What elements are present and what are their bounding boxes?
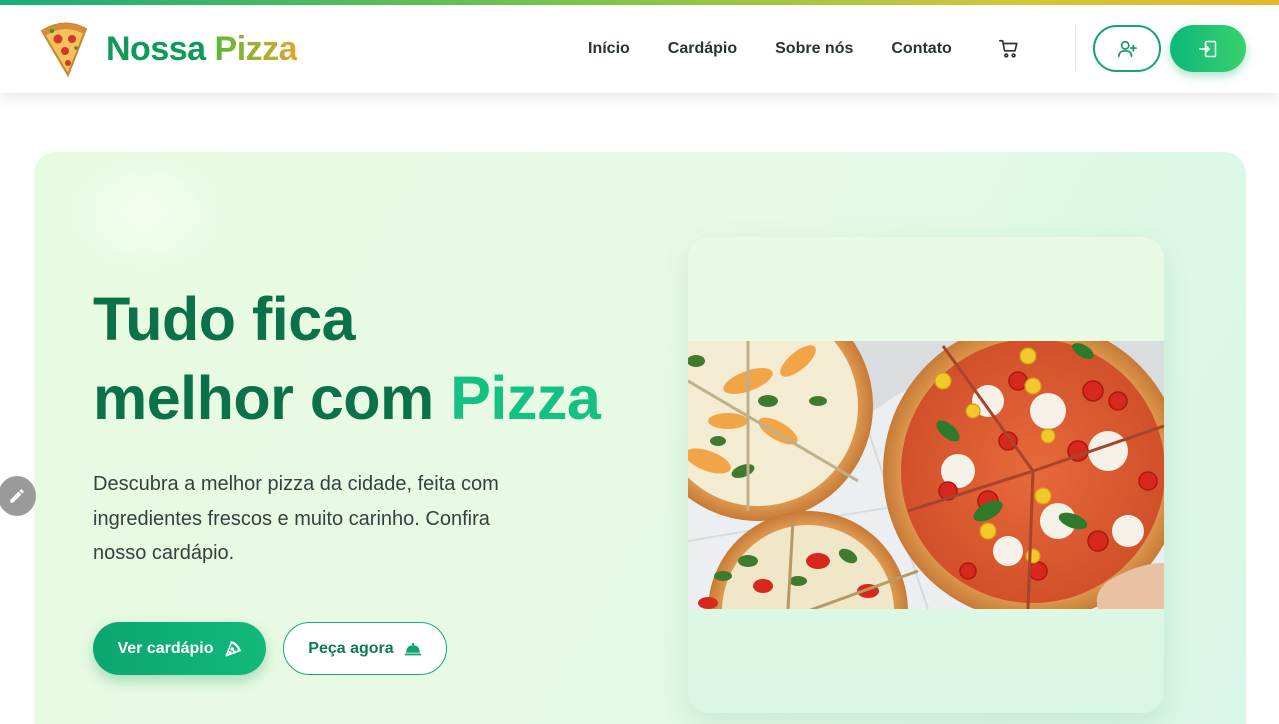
pizza-photo — [688, 341, 1164, 609]
hero-title-line2: melhor com — [93, 364, 434, 432]
nav-link-inicio[interactable]: Início — [588, 40, 630, 58]
nav-link-cardapio[interactable]: Cardápio — [668, 40, 737, 58]
pencil-icon — [10, 489, 24, 503]
brand-name-part2: Pizza — [214, 29, 298, 68]
nav-link-contato[interactable]: Contato — [891, 40, 951, 58]
hero-title-accent: Pizza — [450, 364, 601, 432]
hero-title-line1: Tudo fica — [93, 285, 356, 353]
nav-link-sobre-nos[interactable]: Sobre nós — [775, 40, 853, 58]
hero-title: Tudo fica melhor com Pizza — [93, 280, 601, 438]
shopping-cart-icon[interactable] — [998, 38, 1020, 60]
cloche-icon — [404, 642, 421, 655]
hero-description: Descubra a melhor pizza da cidade, feita… — [93, 473, 499, 564]
user-plus-icon — [1118, 40, 1137, 57]
order-now-button[interactable]: Peça agora — [283, 622, 447, 675]
view-menu-button[interactable]: Ver cardápio — [93, 622, 266, 675]
hero-glow — [64, 152, 224, 272]
brand-name-part1: Nossa — [106, 29, 206, 68]
register-button[interactable] — [1093, 25, 1161, 72]
order-now-button-label: Peça agora — [308, 639, 394, 657]
nav-divider — [1075, 25, 1076, 71]
site-header: Nossa Pizza Início Cardápio Sobre nós Co… — [0, 5, 1279, 93]
edit-button[interactable] — [0, 476, 36, 516]
brand-name: Nossa Pizza — [106, 29, 298, 69]
pizza-icon — [225, 640, 241, 656]
main-nav: Início Cardápio Sobre nós Contato — [588, 5, 1020, 93]
sign-in-icon — [1198, 40, 1217, 57]
hero-section: Tudo fica melhor com Pizza Descubra a me… — [34, 152, 1246, 724]
pizza-slice-icon — [40, 22, 88, 78]
hero-image-card — [688, 237, 1164, 713]
brand[interactable]: Nossa Pizza — [36, 17, 298, 81]
login-button[interactable] — [1170, 25, 1246, 72]
view-menu-button-label: Ver cardápio — [117, 639, 214, 657]
